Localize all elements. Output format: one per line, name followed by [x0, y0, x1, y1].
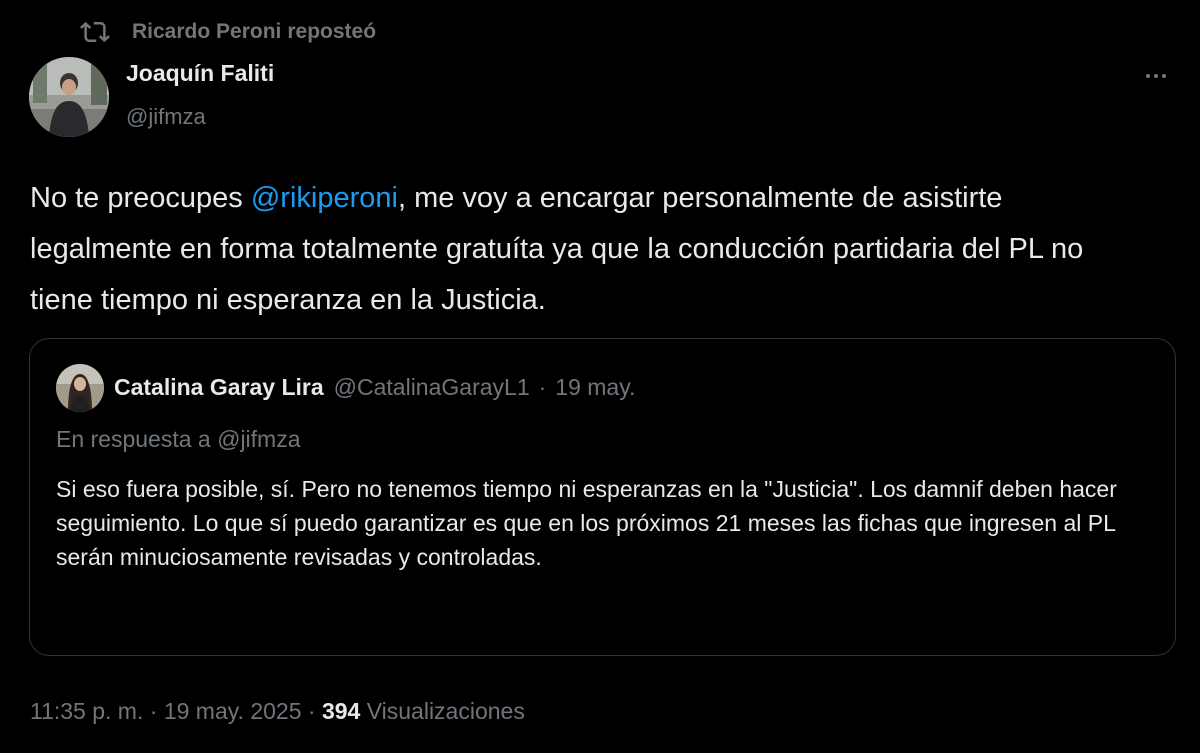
more-options-button[interactable]	[1138, 62, 1174, 90]
tweet-date[interactable]: 19 may. 2025	[164, 698, 302, 724]
repost-indicator[interactable]: Ricardo Peroni reposteó	[80, 16, 376, 48]
meta-separator: ·	[307, 698, 316, 724]
more-icon-dot	[1162, 74, 1166, 78]
quote-separator: ·	[538, 374, 547, 400]
tweet-text: No te preocupes @rikiperoni, me voy a en…	[30, 173, 1150, 326]
author-name[interactable]: Joaquín Faliti	[126, 60, 274, 87]
quoted-tweet-card[interactable]: Catalina Garay Lira @CatalinaGarayL1 · 1…	[29, 338, 1176, 656]
tweet-time[interactable]: 11:35 p. m.	[30, 698, 143, 724]
repost-label: reposteó	[287, 20, 377, 43]
views-count: 394	[321, 698, 361, 724]
views-label: Visualizaciones	[366, 698, 525, 724]
author-handle[interactable]: @jifmza	[126, 104, 206, 130]
mention-link[interactable]: @rikiperoni	[251, 182, 398, 214]
more-icon-dot	[1146, 74, 1150, 78]
author-avatar[interactable]	[29, 57, 109, 137]
reply-context: En respuesta a @jifmza	[56, 426, 301, 452]
tweet-text-start: No te preocupes	[30, 182, 251, 214]
quote-header: Catalina Garay Lira @CatalinaGarayL1 · 1…	[114, 374, 635, 401]
quote-author-name: Catalina Garay Lira	[114, 374, 324, 400]
repost-icon	[80, 21, 110, 43]
author-avatar-image	[29, 57, 109, 137]
quote-text: Si eso fuera posible, sí. Pero no tenemo…	[56, 476, 1117, 570]
tweet-meta: 11:35 p. m. · 19 may. 2025 · 394 Visuali…	[30, 698, 525, 725]
quote-date: 19 may.	[555, 374, 636, 400]
meta-separator: ·	[149, 698, 158, 724]
more-icon-dot	[1154, 74, 1158, 78]
quote-avatar-image	[56, 364, 104, 412]
reposter-name[interactable]: Ricardo Peroni	[132, 20, 281, 44]
quote-author-handle: @CatalinaGarayL1	[333, 374, 530, 400]
quote-author-avatar	[56, 364, 104, 412]
